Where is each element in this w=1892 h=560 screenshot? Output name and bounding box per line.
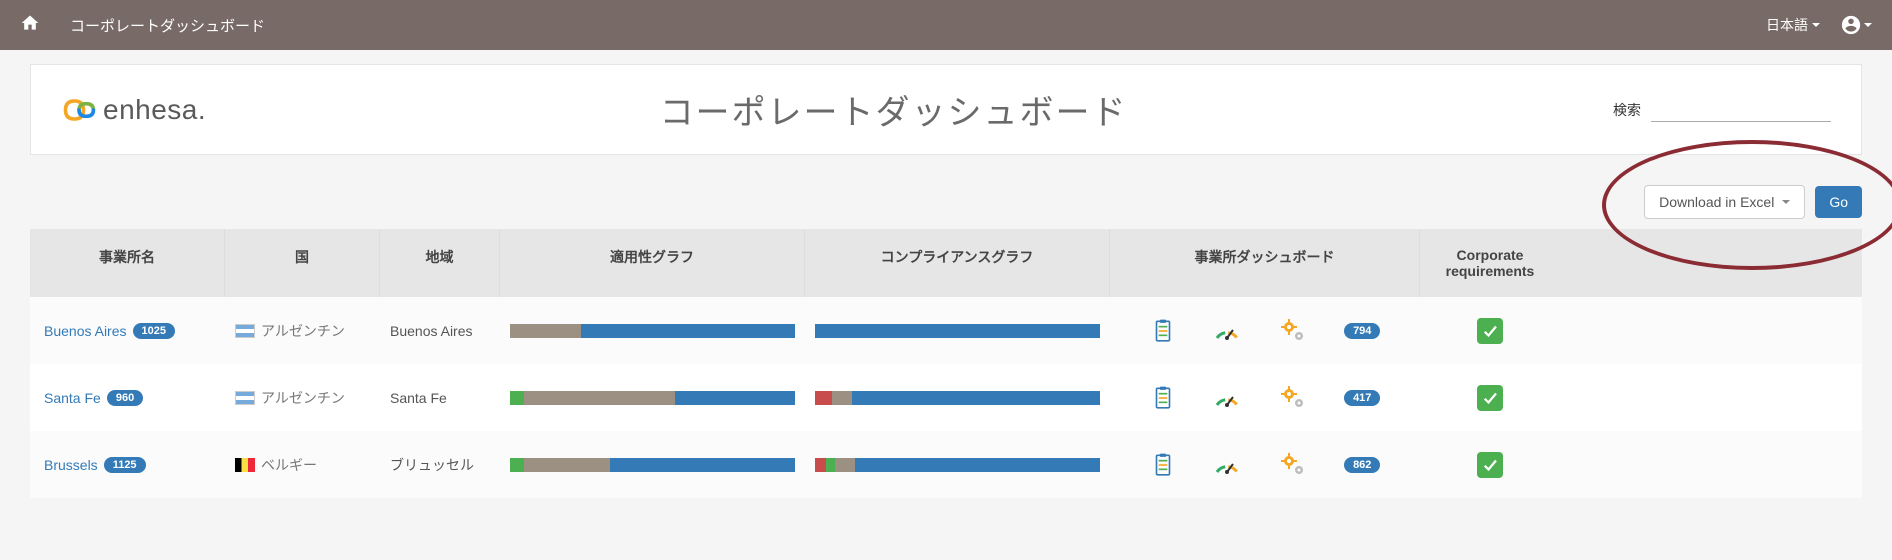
country-text: アルゼンチン	[261, 321, 345, 341]
count-badge[interactable]: 1125	[104, 457, 146, 473]
gauge-icon[interactable]	[1213, 454, 1241, 476]
download-label: Download in Excel	[1659, 194, 1774, 210]
th-corporate: Corporate requirements	[1420, 229, 1560, 297]
site-link[interactable]: Santa Fe	[44, 390, 101, 406]
applicability-bar	[510, 324, 795, 338]
th-site: 事業所名	[30, 229, 225, 297]
dashboard-count-badge[interactable]: 862	[1344, 457, 1380, 473]
dashboard-count-badge[interactable]: 417	[1344, 390, 1380, 406]
table-row: Brussels 1125 ベルギー ブリュッセル 862	[30, 431, 1862, 498]
caret-down-icon	[1782, 200, 1790, 204]
table-row: Santa Fe 960 アルゼンチン Santa Fe 417	[30, 364, 1862, 431]
gears-icon[interactable]	[1279, 318, 1307, 344]
bar-segment	[675, 391, 795, 405]
clipboard-icon[interactable]	[1150, 385, 1176, 411]
th-applicability: 適用性グラフ	[500, 229, 805, 297]
compliance-bar	[815, 458, 1100, 472]
dashboard-icons: 862	[1110, 442, 1420, 488]
compliance-bar	[815, 324, 1100, 338]
bar-segment	[610, 458, 795, 472]
bar-segment	[815, 391, 832, 405]
language-dropdown[interactable]: 日本語	[1766, 15, 1820, 35]
page-title: コーポレートダッシュボード	[206, 85, 1581, 134]
gauge-icon[interactable]	[1213, 387, 1241, 409]
count-badge[interactable]: 960	[107, 390, 143, 406]
language-label: 日本語	[1766, 15, 1808, 35]
bar-segment	[852, 391, 1100, 405]
top-navbar: コーポレートダッシュボード 日本語	[0, 0, 1892, 50]
dashboard-icons: 417	[1110, 375, 1420, 421]
dashboard-icons: 794	[1110, 308, 1420, 354]
flag-icon	[235, 391, 255, 405]
th-region: 地域	[380, 229, 500, 297]
check-icon[interactable]	[1477, 385, 1503, 411]
bar-segment	[832, 391, 852, 405]
user-circle-icon	[1840, 14, 1862, 36]
bar-segment	[524, 391, 675, 405]
table-header: 事業所名 国 地域 適用性グラフ コンプライアンスグラフ 事業所ダッシュボード …	[30, 229, 1862, 297]
check-icon[interactable]	[1477, 318, 1503, 344]
download-dropdown[interactable]: Download in Excel	[1644, 185, 1805, 219]
toolbar: Download in Excel Go	[30, 185, 1862, 219]
search-input[interactable]	[1651, 97, 1831, 122]
profile-menu[interactable]	[1840, 14, 1872, 36]
header-card: enhesa. コーポレートダッシュボード 検索	[30, 64, 1862, 155]
search-group: 検索	[1581, 97, 1831, 122]
search-label: 検索	[1613, 100, 1641, 120]
dashboard-count-badge[interactable]: 794	[1344, 323, 1380, 339]
applicability-bar	[510, 458, 795, 472]
home-icon[interactable]	[20, 13, 40, 38]
caret-down-icon	[1864, 23, 1872, 27]
clipboard-icon[interactable]	[1150, 318, 1176, 344]
gears-icon[interactable]	[1279, 385, 1307, 411]
data-table: 事業所名 国 地域 適用性グラフ コンプライアンスグラフ 事業所ダッシュボード …	[30, 229, 1862, 498]
logo-icon	[61, 95, 97, 125]
bar-segment	[815, 458, 826, 472]
check-icon[interactable]	[1477, 452, 1503, 478]
gauge-icon[interactable]	[1213, 320, 1241, 342]
flag-icon	[235, 458, 255, 472]
bar-segment	[510, 391, 524, 405]
bar-segment	[855, 458, 1100, 472]
country-text: ベルギー	[261, 455, 317, 475]
country-text: アルゼンチン	[261, 388, 345, 408]
gears-icon[interactable]	[1279, 452, 1307, 478]
bar-segment	[815, 324, 1100, 338]
bar-segment	[835, 458, 855, 472]
applicability-bar	[510, 391, 795, 405]
nav-title: コーポレートダッシュボード	[70, 15, 265, 36]
logo: enhesa.	[61, 94, 206, 126]
region-text: ブリュッセル	[390, 455, 474, 475]
site-link[interactable]: Brussels	[44, 457, 98, 473]
region-text: Santa Fe	[390, 390, 447, 406]
table-row: Buenos Aires 1025 アルゼンチン Buenos Aires 794	[30, 297, 1862, 364]
clipboard-icon[interactable]	[1150, 452, 1176, 478]
bar-segment	[581, 324, 795, 338]
th-dashboard: 事業所ダッシュボード	[1110, 229, 1420, 297]
bar-segment	[510, 458, 524, 472]
logo-text: enhesa.	[103, 94, 206, 126]
compliance-bar	[815, 391, 1100, 405]
caret-down-icon	[1812, 23, 1820, 27]
th-country: 国	[225, 229, 380, 297]
site-link[interactable]: Buenos Aires	[44, 323, 127, 339]
bar-segment	[510, 324, 581, 338]
region-text: Buenos Aires	[390, 323, 473, 339]
th-compliance: コンプライアンスグラフ	[805, 229, 1110, 297]
bar-segment	[826, 458, 835, 472]
count-badge[interactable]: 1025	[133, 323, 175, 339]
go-button[interactable]: Go	[1815, 186, 1862, 218]
bar-segment	[524, 458, 610, 472]
flag-icon	[235, 324, 255, 338]
